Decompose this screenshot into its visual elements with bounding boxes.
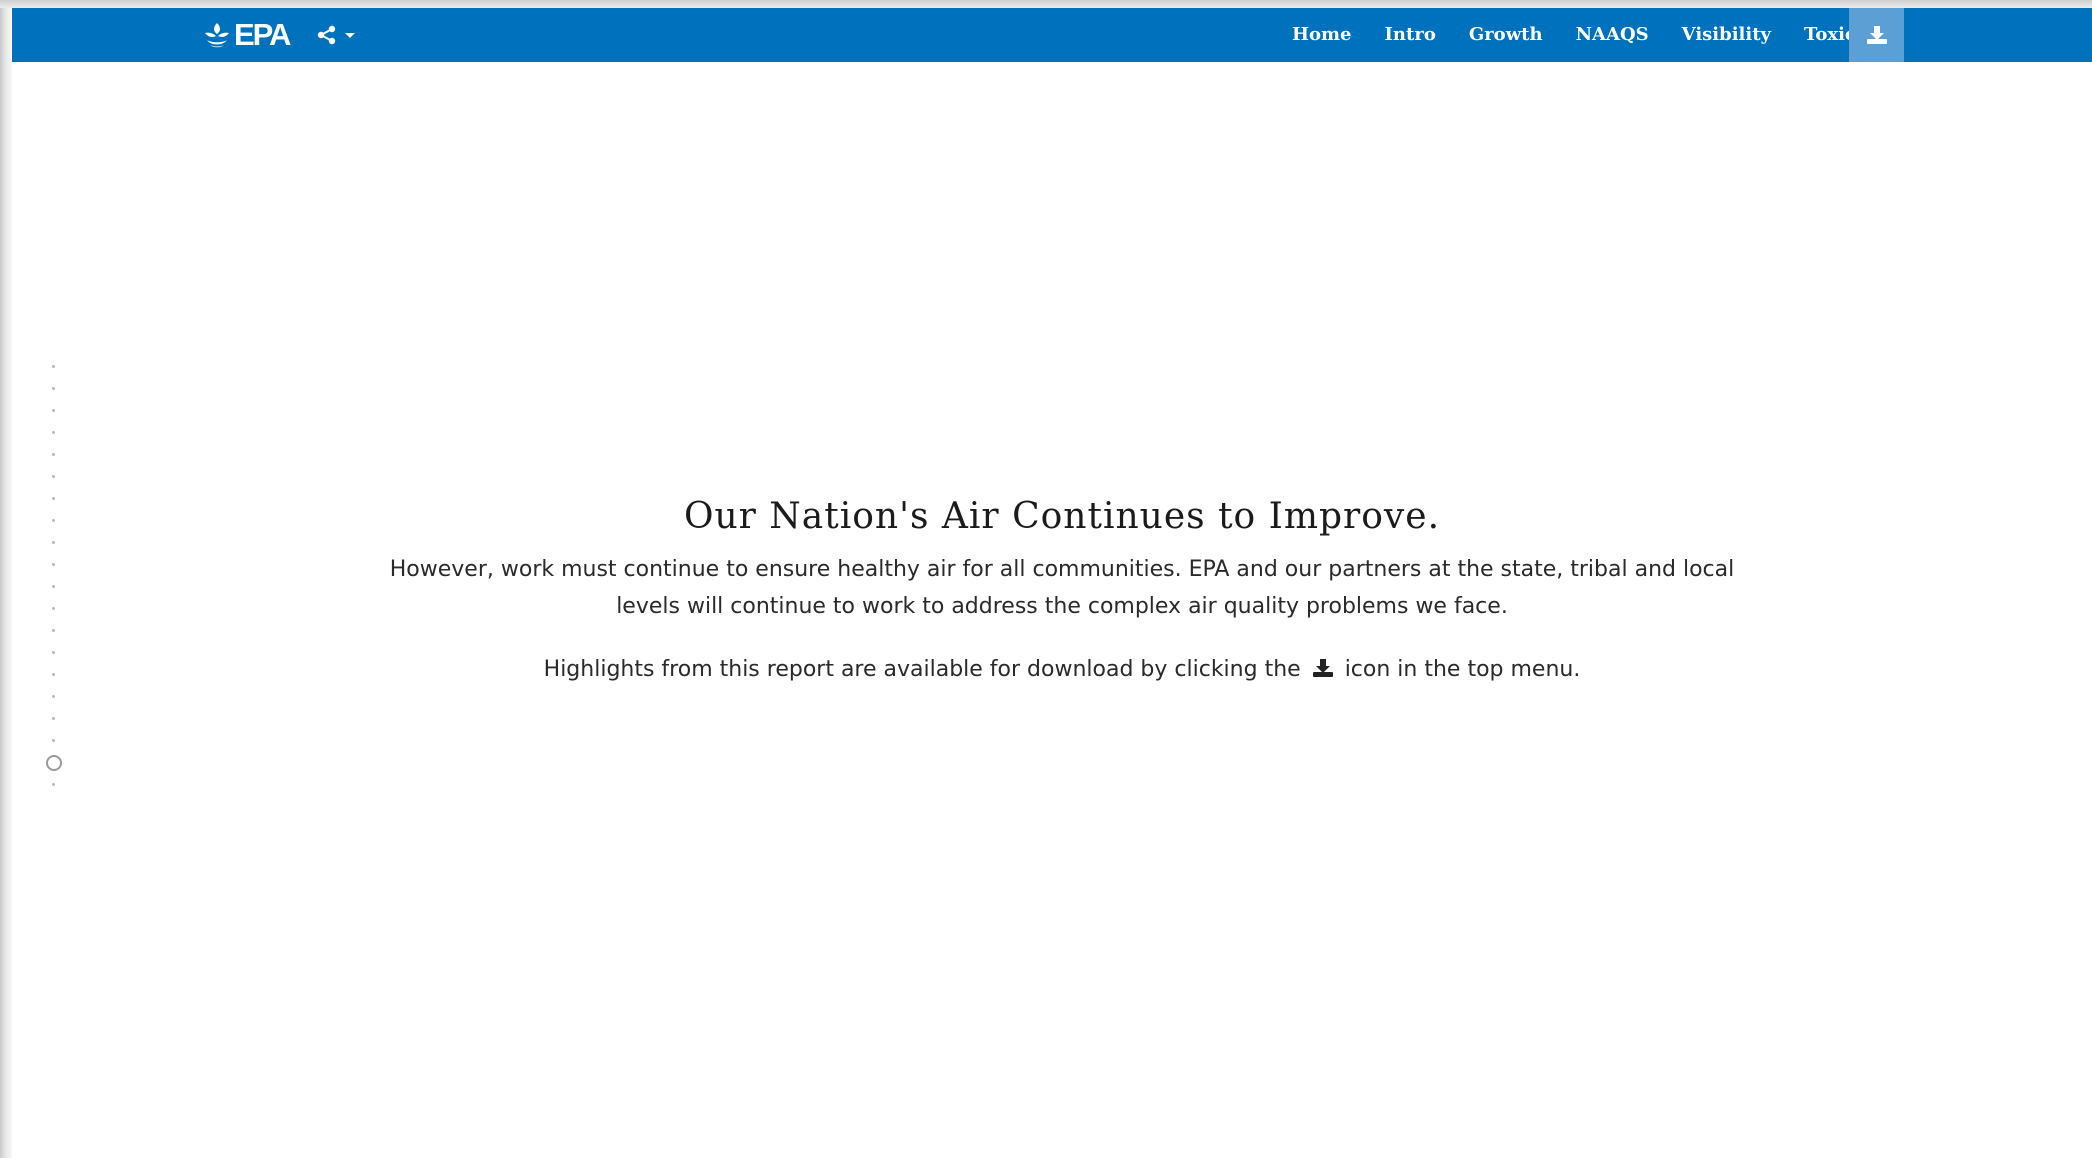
section-dot[interactable] (52, 563, 55, 566)
top-navbar: EPA Home Intro Growth NAAQS Visibility T… (12, 8, 2092, 62)
nav-link-visibility[interactable]: Visibility (1682, 8, 1771, 62)
section-dot-navigation (43, 365, 65, 825)
download-icon (1312, 659, 1333, 677)
nav-link-home[interactable]: Home (1292, 8, 1352, 62)
caret-down-icon (345, 33, 355, 38)
download-button[interactable] (1849, 8, 1904, 62)
section-dot[interactable] (52, 431, 55, 434)
section-dot[interactable] (52, 365, 55, 368)
page-title: Our Nation's Air Continues to Improve. (683, 496, 1441, 537)
section-dot-active[interactable] (46, 755, 62, 771)
section-dot[interactable] (52, 541, 55, 544)
window-frame-left (0, 0, 12, 1158)
intro-paragraph: However, work must continue to ensure he… (389, 557, 1735, 619)
share-icon (317, 25, 336, 45)
section-dot[interactable] (52, 497, 55, 500)
download-hint-text-after: icon in the top menu. (1344, 657, 1581, 682)
epa-flower-icon (205, 23, 229, 48)
section-dot[interactable] (52, 453, 55, 456)
nav-link-intro[interactable]: Intro (1385, 8, 1436, 62)
section-dot[interactable] (52, 629, 55, 632)
section-dot[interactable] (52, 585, 55, 588)
nav-links: Home Intro Growth NAAQS Visibility Toxic… (1292, 8, 1899, 62)
download-hint-paragraph: Highlights from this report are availabl… (372, 651, 1752, 688)
nav-link-naaqs[interactable]: NAAQS (1576, 8, 1649, 62)
section-dot[interactable] (52, 783, 55, 786)
window-frame-top (0, 0, 2092, 8)
section-dot[interactable] (52, 717, 55, 720)
section-dot[interactable] (52, 695, 55, 698)
section-dot[interactable] (52, 519, 55, 522)
logo-text: EPA (234, 17, 291, 52)
epa-logo[interactable]: EPA (202, 17, 291, 52)
nav-link-growth[interactable]: Growth (1469, 8, 1543, 62)
download-icon (1866, 26, 1887, 44)
section-dot[interactable] (52, 387, 55, 390)
section-dot[interactable] (52, 673, 55, 676)
section-dot[interactable] (52, 607, 55, 610)
page: EPA Home Intro Growth NAAQS Visibility T… (12, 8, 2092, 1158)
section-dot[interactable] (52, 739, 55, 742)
section-dot[interactable] (52, 409, 55, 412)
section-dot[interactable] (52, 651, 55, 654)
main-content: Our Nation's Air Continues to Improve. H… (372, 493, 1752, 714)
section-dot[interactable] (52, 475, 55, 478)
share-menu-button[interactable] (317, 20, 357, 50)
download-hint-text-before: Highlights from this report are availabl… (543, 657, 1301, 682)
